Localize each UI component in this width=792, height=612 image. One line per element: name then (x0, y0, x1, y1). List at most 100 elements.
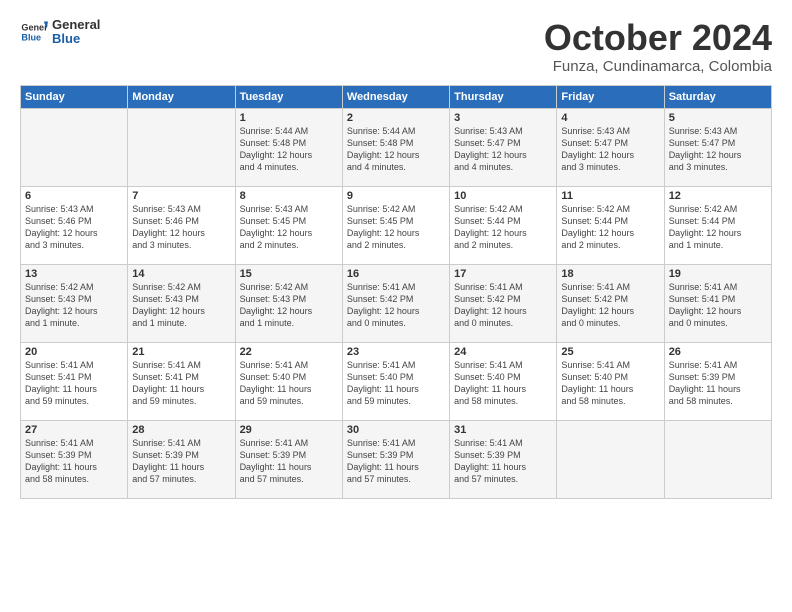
day-number: 16 (347, 268, 445, 280)
day-number: 4 (561, 112, 659, 124)
day-number: 13 (25, 268, 123, 280)
cell-3-1: 21Sunrise: 5:41 AM Sunset: 5:41 PM Dayli… (128, 342, 235, 420)
logo: General Blue General Blue (20, 18, 100, 47)
day-number: 12 (669, 190, 767, 202)
day-number: 8 (240, 190, 338, 202)
week-row-1: 6 Sunrise: 5:43 AM Sunset: 5:46 PM Daylig… (21, 186, 772, 264)
col-saturday: Saturday (664, 85, 771, 108)
day-number: 11 (561, 190, 659, 202)
cell-2-4: 17Sunrise: 5:41 AM Sunset: 5:42 PM Dayli… (450, 264, 557, 342)
header: General Blue General Blue October 2024 F… (20, 18, 772, 75)
day-number: 23 (347, 346, 445, 358)
day-number: 18 (561, 268, 659, 280)
cell-2-1: 14Sunrise: 5:42 AM Sunset: 5:43 PM Dayli… (128, 264, 235, 342)
day-detail: Sunrise: 5:42 AM Sunset: 5:43 PM Dayligh… (240, 281, 338, 330)
cell-3-5: 25Sunrise: 5:41 AM Sunset: 5:40 PM Dayli… (557, 342, 664, 420)
cell-4-3: 30Sunrise: 5:41 AM Sunset: 5:39 PM Dayli… (342, 420, 449, 498)
day-detail: Sunrise: 5:41 AM Sunset: 5:40 PM Dayligh… (454, 359, 552, 408)
cell-2-6: 19Sunrise: 5:41 AM Sunset: 5:41 PM Dayli… (664, 264, 771, 342)
day-number: 29 (240, 424, 338, 436)
day-detail: Sunrise: 5:44 AM Sunset: 5:48 PM Dayligh… (240, 125, 338, 174)
col-thursday: Thursday (450, 85, 557, 108)
cell-3-2: 22Sunrise: 5:41 AM Sunset: 5:40 PM Dayli… (235, 342, 342, 420)
svg-text:General: General (21, 23, 48, 33)
cell-4-0: 27Sunrise: 5:41 AM Sunset: 5:39 PM Dayli… (21, 420, 128, 498)
day-detail: Sunrise: 5:41 AM Sunset: 5:40 PM Dayligh… (347, 359, 445, 408)
day-detail: Sunrise: 5:41 AM Sunset: 5:40 PM Dayligh… (240, 359, 338, 408)
logo-icon: General Blue (20, 18, 48, 46)
cell-4-5 (557, 420, 664, 498)
day-detail: Sunrise: 5:42 AM Sunset: 5:43 PM Dayligh… (132, 281, 230, 330)
cell-4-4: 31Sunrise: 5:41 AM Sunset: 5:39 PM Dayli… (450, 420, 557, 498)
title-block: October 2024 Funza, Cundinamarca, Colomb… (544, 18, 772, 75)
day-number: 15 (240, 268, 338, 280)
cell-1-5: 11Sunrise: 5:42 AM Sunset: 5:44 PM Dayli… (557, 186, 664, 264)
col-wednesday: Wednesday (342, 85, 449, 108)
day-number: 6 (25, 190, 123, 202)
day-number: 17 (454, 268, 552, 280)
svg-text:Blue: Blue (21, 33, 41, 43)
day-detail: Sunrise: 5:41 AM Sunset: 5:41 PM Dayligh… (132, 359, 230, 408)
cell-1-1: 7Sunrise: 5:43 AM Sunset: 5:46 PM Daylig… (128, 186, 235, 264)
page: General Blue General Blue October 2024 F… (0, 0, 792, 509)
day-number: 2 (347, 112, 445, 124)
cell-0-4: 3Sunrise: 5:43 AM Sunset: 5:47 PM Daylig… (450, 108, 557, 186)
day-detail: Sunrise: 5:44 AM Sunset: 5:48 PM Dayligh… (347, 125, 445, 174)
logo-blue-text: Blue (52, 32, 100, 46)
day-detail: Sunrise: 5:41 AM Sunset: 5:42 PM Dayligh… (454, 281, 552, 330)
day-detail: Sunrise: 5:41 AM Sunset: 5:41 PM Dayligh… (669, 281, 767, 330)
day-number: 10 (454, 190, 552, 202)
cell-2-5: 18Sunrise: 5:41 AM Sunset: 5:42 PM Dayli… (557, 264, 664, 342)
day-number: 1 (240, 112, 338, 124)
day-detail: Sunrise: 5:42 AM Sunset: 5:44 PM Dayligh… (454, 203, 552, 252)
day-number: 14 (132, 268, 230, 280)
day-number: 9 (347, 190, 445, 202)
cell-3-6: 26Sunrise: 5:41 AM Sunset: 5:39 PM Dayli… (664, 342, 771, 420)
cell-3-4: 24Sunrise: 5:41 AM Sunset: 5:40 PM Dayli… (450, 342, 557, 420)
week-row-0: 1Sunrise: 5:44 AM Sunset: 5:48 PM Daylig… (21, 108, 772, 186)
cell-1-4: 10Sunrise: 5:42 AM Sunset: 5:44 PM Dayli… (450, 186, 557, 264)
week-row-2: 13Sunrise: 5:42 AM Sunset: 5:43 PM Dayli… (21, 264, 772, 342)
cell-0-6: 5Sunrise: 5:43 AM Sunset: 5:47 PM Daylig… (664, 108, 771, 186)
day-detail: Sunrise: 5:42 AM Sunset: 5:43 PM Dayligh… (25, 281, 123, 330)
week-row-4: 27Sunrise: 5:41 AM Sunset: 5:39 PM Dayli… (21, 420, 772, 498)
day-number: 31 (454, 424, 552, 436)
day-number: 30 (347, 424, 445, 436)
day-detail: Sunrise: 5:41 AM Sunset: 5:39 PM Dayligh… (132, 437, 230, 486)
day-detail: Sunrise: 5:41 AM Sunset: 5:39 PM Dayligh… (240, 437, 338, 486)
day-number: 7 (132, 190, 230, 202)
cell-0-5: 4Sunrise: 5:43 AM Sunset: 5:47 PM Daylig… (557, 108, 664, 186)
day-number: 20 (25, 346, 123, 358)
cell-0-0 (21, 108, 128, 186)
location-title: Funza, Cundinamarca, Colombia (544, 58, 772, 75)
day-detail: Sunrise: 5:42 AM Sunset: 5:44 PM Dayligh… (561, 203, 659, 252)
cell-1-6: 12Sunrise: 5:42 AM Sunset: 5:44 PM Dayli… (664, 186, 771, 264)
cell-0-1 (128, 108, 235, 186)
month-title: October 2024 (544, 18, 772, 58)
cell-4-1: 28Sunrise: 5:41 AM Sunset: 5:39 PM Dayli… (128, 420, 235, 498)
cell-0-3: 2Sunrise: 5:44 AM Sunset: 5:48 PM Daylig… (342, 108, 449, 186)
day-detail: Sunrise: 5:41 AM Sunset: 5:40 PM Dayligh… (561, 359, 659, 408)
day-number: 21 (132, 346, 230, 358)
day-detail: Sunrise: 5:43 AM Sunset: 5:47 PM Dayligh… (454, 125, 552, 174)
day-detail: Sunrise: 5:41 AM Sunset: 5:39 PM Dayligh… (25, 437, 123, 486)
day-detail: Sunrise: 5:41 AM Sunset: 5:42 PM Dayligh… (347, 281, 445, 330)
day-detail: Sunrise: 5:41 AM Sunset: 5:42 PM Dayligh… (561, 281, 659, 330)
cell-0-2: 1Sunrise: 5:44 AM Sunset: 5:48 PM Daylig… (235, 108, 342, 186)
cell-1-0: 6Sunrise: 5:43 AM Sunset: 5:46 PM Daylig… (21, 186, 128, 264)
col-sunday: Sunday (21, 85, 128, 108)
day-detail: Sunrise: 5:41 AM Sunset: 5:39 PM Dayligh… (669, 359, 767, 408)
day-number: 25 (561, 346, 659, 358)
day-detail: Sunrise: 5:41 AM Sunset: 5:41 PM Dayligh… (25, 359, 123, 408)
cell-2-2: 15Sunrise: 5:42 AM Sunset: 5:43 PM Dayli… (235, 264, 342, 342)
cell-1-3: 9Sunrise: 5:42 AM Sunset: 5:45 PM Daylig… (342, 186, 449, 264)
day-number: 22 (240, 346, 338, 358)
day-number: 5 (669, 112, 767, 124)
cell-1-2: 8Sunrise: 5:43 AM Sunset: 5:45 PM Daylig… (235, 186, 342, 264)
day-number: 19 (669, 268, 767, 280)
logo-general-text: General (52, 18, 100, 32)
day-detail: Sunrise: 5:43 AM Sunset: 5:46 PM Dayligh… (132, 203, 230, 252)
col-tuesday: Tuesday (235, 85, 342, 108)
cell-4-6 (664, 420, 771, 498)
day-detail: Sunrise: 5:42 AM Sunset: 5:44 PM Dayligh… (669, 203, 767, 252)
